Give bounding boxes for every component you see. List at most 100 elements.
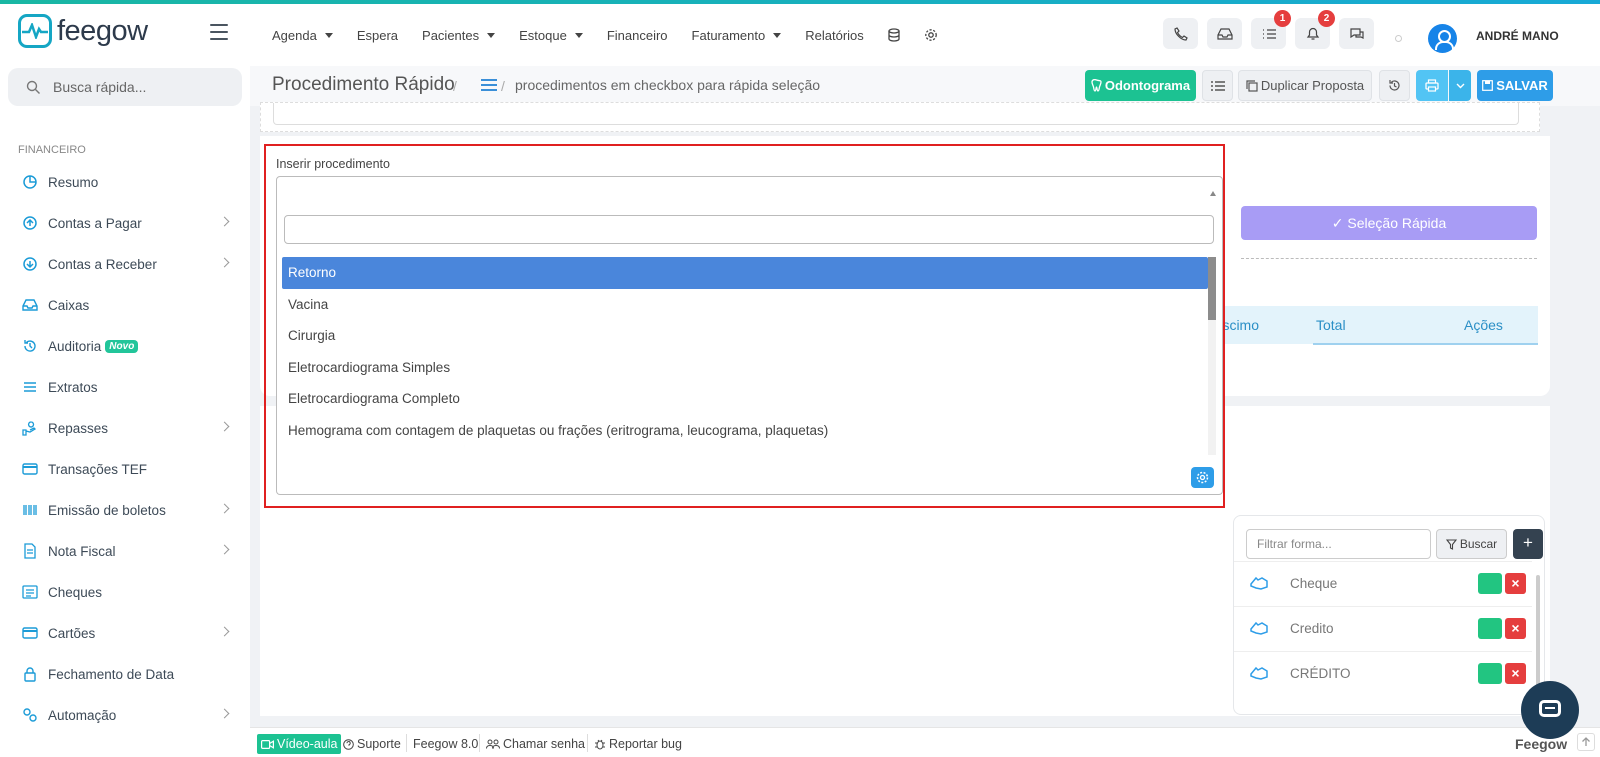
sidebar-item-caixas[interactable]: Caixas [22,294,234,316]
edit-icon[interactable] [1478,663,1502,684]
footer-divider [406,734,407,752]
bell-icon[interactable]: 2 [1295,10,1335,49]
delete-icon[interactable]: × [1505,663,1526,684]
task-list-icon[interactable]: 1 [1251,10,1291,49]
print-options-dropdown[interactable] [1449,70,1471,101]
dropdown-option[interactable]: Hemograma com contagem de plaquetas ou f… [282,415,1208,447]
sidebar-item-cheques[interactable]: Cheques [22,581,234,603]
delete-icon[interactable]: × [1505,618,1526,639]
payment-row: Cheque × [1234,561,1532,606]
header-underline [1313,343,1538,345]
database-icon[interactable] [888,28,900,42]
quick-search-input[interactable]: Busca rápida... [8,68,242,106]
column-total[interactable]: Total [1316,317,1346,333]
dropdown-option[interactable]: Eletrocardiograma Completo [282,383,1208,415]
chevron-right-icon [219,626,230,637]
notification-badge: 2 [1318,10,1335,27]
status-dot-icon [1395,35,1402,42]
page-header: Procedimento Rápido / / procedimentos em… [250,66,1600,106]
menu-toggle-icon[interactable] [210,24,228,45]
feegow-logo[interactable]: feegow [18,14,148,48]
dropdown-option[interactable]: Hemograma de Baixo [282,446,1208,455]
insert-procedure-label: Inserir procedimento [276,157,390,171]
print-button[interactable] [1416,70,1448,101]
procedure-dropdown: Retorno Vacina Cirurgia Eletrocardiogram… [276,207,1223,495]
save-button[interactable]: SALVAR [1477,70,1553,101]
sidebar-item-boletos[interactable]: Emissão de boletos [22,499,234,521]
filter-payment-input[interactable]: Filtrar forma... [1246,529,1431,559]
video-lesson-button[interactable]: Vídeo-aula [257,734,342,754]
payment-name: Cheque [1290,576,1338,591]
select-arrow-icon [1210,191,1216,196]
sidebar-item-auditoria[interactable]: Auditoria Novo [22,335,234,357]
chat-widget-button[interactable] [1521,681,1579,739]
dropdown-scrollbar[interactable] [1208,257,1216,455]
save-icon [1482,80,1494,91]
settings-gear-icon[interactable] [924,28,938,42]
chat-icon[interactable] [1339,18,1374,49]
user-avatar[interactable] [1428,24,1457,53]
sidebar-item-transacoes-tef[interactable]: Transações TEF [22,458,234,480]
edit-icon[interactable] [1478,573,1502,594]
scroll-top-button[interactable] [1577,733,1595,751]
breadcrumb-separator: / [453,78,457,94]
dropdown-option[interactable]: Eletrocardiograma Simples [282,352,1208,384]
insert-procedure-select[interactable] [276,176,1223,208]
sidebar-item-extratos[interactable]: Extratos [22,376,234,398]
video-icon [261,739,274,749]
chevron-right-icon [219,216,230,227]
barcode-icon [23,505,37,515]
nav-espera[interactable]: Espera [357,28,398,43]
sidebar-item-resumo[interactable]: Resumo [22,171,234,193]
hand-pointer-icon [1250,576,1268,590]
delete-icon[interactable]: × [1505,573,1526,594]
nav-financeiro[interactable]: Financeiro [607,28,668,43]
dropdown-settings-button[interactable] [1191,467,1214,488]
sidebar-item-repasses[interactable]: Repasses [22,417,234,439]
breadcrumb-description: procedimentos em checkbox para rápida se… [515,77,821,93]
chevron-right-icon [219,421,230,432]
search-payment-button[interactable]: Buscar [1436,529,1507,559]
support-button[interactable]: Suporte [339,734,405,754]
bug-icon [595,739,605,750]
breadcrumb-list-icon[interactable] [481,79,497,94]
dashed-divider [1241,258,1537,259]
sidebar-section-title: FINANCEIRO [18,144,86,156]
dropdown-option[interactable]: Cirurgia [282,320,1208,352]
dropdown-search-input[interactable] [284,215,1214,244]
edit-icon[interactable] [1478,618,1502,639]
odontograma-button[interactable]: Odontograma [1085,70,1196,101]
list-view-button[interactable] [1202,70,1233,101]
dropdown-option[interactable]: Retorno [282,257,1208,289]
quick-select-button[interactable]: ✓ Seleção Rápida [1241,206,1537,240]
chevron-right-icon [219,544,230,555]
hand-pointer-icon [1250,666,1268,680]
sidebar-item-nota-fiscal[interactable]: Nota Fiscal [22,540,234,562]
sidebar-item-contas-pagar[interactable]: Contas a Pagar [22,212,234,234]
user-name[interactable]: ANDRÉ MANO [1476,29,1559,43]
footer-divider [587,734,588,752]
sidebar-item-automacao[interactable]: Automação [22,704,234,726]
scrollbar-thumb[interactable] [1208,257,1216,320]
phone-icon[interactable] [1163,18,1198,49]
nav-relatorios[interactable]: Relatórios [805,28,864,43]
add-payment-button[interactable]: + [1513,529,1543,559]
report-bug-button[interactable]: Reportar bug [590,734,686,754]
main-nav: Agenda Espera Pacientes Estoque Financei… [272,4,962,66]
nav-faturamento[interactable]: Faturamento [692,28,782,43]
history-button[interactable] [1379,70,1410,101]
upper-field[interactable] [273,103,1519,125]
history-icon [1389,80,1400,91]
sidebar-item-cartoes[interactable]: Cartões [22,622,234,644]
call-ticket-button[interactable]: Chamar senha [482,734,589,754]
nav-agenda[interactable]: Agenda [272,28,333,43]
inbox-icon[interactable] [1207,18,1242,49]
duplicate-proposal-button[interactable]: Duplicar Proposta [1238,70,1372,101]
dropdown-option[interactable]: Vacina [282,289,1208,321]
sidebar-item-fechamento[interactable]: Fechamento de Data [22,663,234,685]
nav-pacientes[interactable]: Pacientes [422,28,496,43]
footer-bar: Vídeo-aula Suporte Feegow 8.0 Chamar sen… [250,727,1600,757]
nav-estoque[interactable]: Estoque [519,28,583,43]
hand-pointer-icon [1250,621,1268,635]
sidebar-item-contas-receber[interactable]: Contas a Receber [22,253,234,275]
